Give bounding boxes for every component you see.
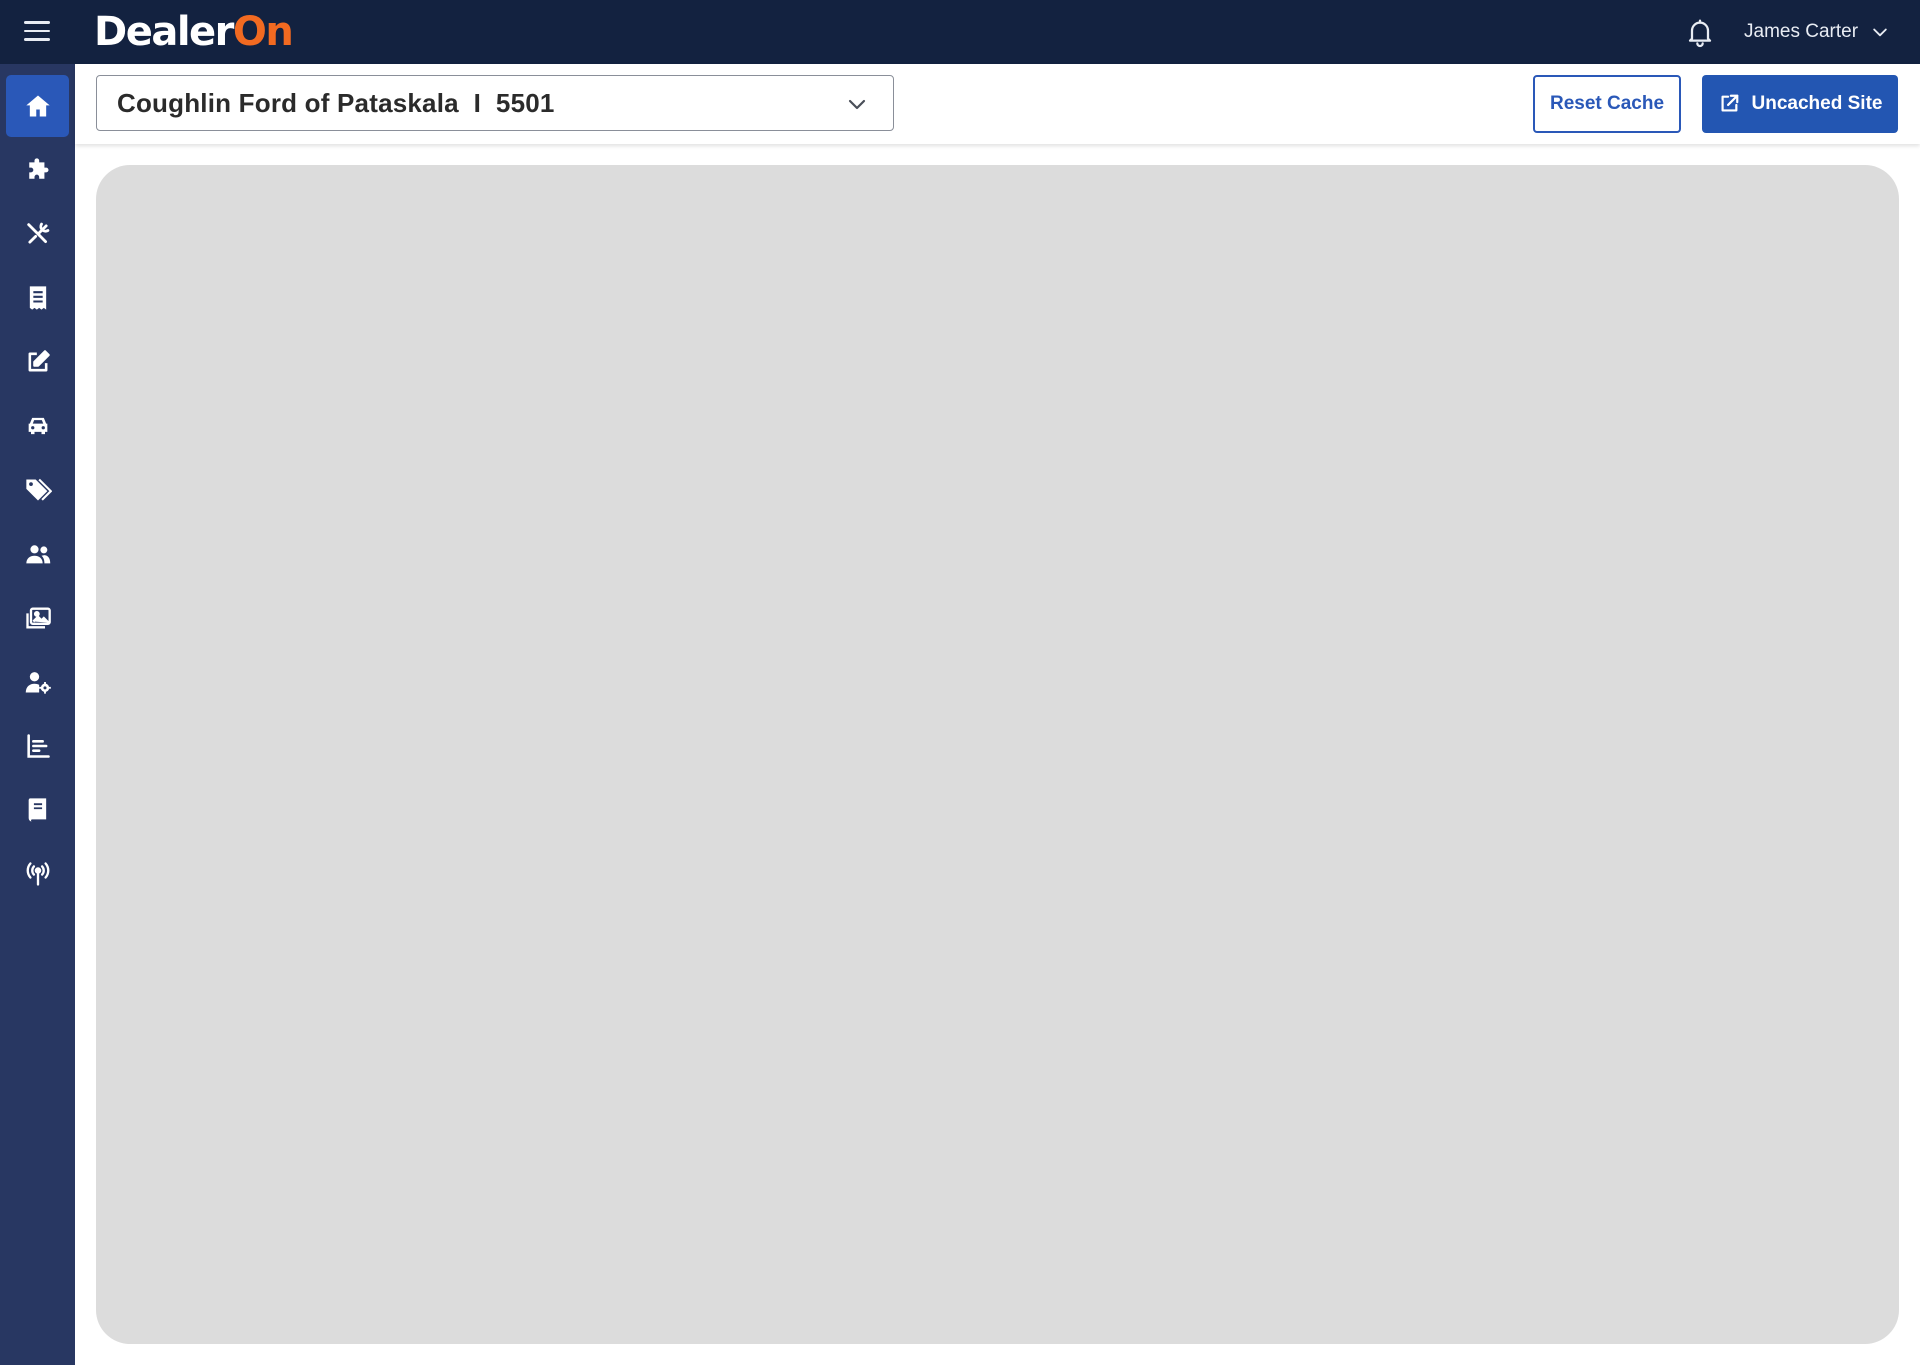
menu-icon[interactable]: [24, 21, 50, 43]
uncached-site-button[interactable]: Uncached Site: [1702, 75, 1898, 133]
user-menu[interactable]: James Carter: [1744, 18, 1890, 46]
dealeron-logo[interactable]: Dealer On: [94, 8, 294, 56]
site-selector-value: Coughlin Ford of Pataskala I 5501: [117, 87, 555, 118]
chevron-down-icon: [1873, 28, 1887, 37]
sidebar-item-reports[interactable]: [6, 715, 69, 777]
book-icon: [28, 798, 46, 822]
bar-chart-icon: [26, 734, 50, 758]
sidebar-item-home[interactable]: [6, 75, 69, 137]
site-selector-dropdown[interactable]: Coughlin Ford of Pataskala I 5501: [96, 75, 894, 131]
top-navigation-bar: Dealer On James Carter: [0, 0, 1920, 64]
sidebar-item-specials[interactable]: [6, 459, 69, 521]
logo-text-on: On: [232, 9, 294, 55]
bell-icon[interactable]: [1684, 16, 1716, 48]
sidebar-item-user-settings[interactable]: [6, 651, 69, 713]
uncached-site-label: Uncached Site: [1751, 93, 1883, 114]
users-icon: [25, 545, 50, 564]
home-icon: [25, 95, 50, 117]
sidebar-item-broadcast[interactable]: [6, 843, 69, 905]
user-name: James Carter: [1744, 21, 1859, 42]
puzzle-icon: [28, 158, 48, 179]
sidebar-item-inventory[interactable]: [6, 395, 69, 457]
sidebar-item-receipts[interactable]: [6, 267, 69, 329]
sidebar-item-users[interactable]: [6, 523, 69, 585]
sidebar-item-docs[interactable]: [6, 779, 69, 841]
broadcast-icon: [26, 862, 49, 886]
user-settings-icon: [25, 672, 51, 694]
edit-icon: [28, 350, 50, 372]
site-header: Coughlin Ford of Pataskala I 5501 Reset …: [75, 64, 1920, 144]
tags-icon: [25, 478, 52, 501]
sidebar-item-edit[interactable]: [6, 331, 69, 393]
logo-text-dealer: Dealer: [94, 9, 234, 55]
sidebar: [0, 64, 75, 1365]
external-link-icon: [1721, 94, 1738, 112]
content-placeholder-panel: [96, 165, 1899, 1344]
tools-icon: [26, 222, 49, 244]
receipt-icon: [29, 286, 46, 310]
images-icon: [25, 607, 51, 629]
reset-cache-button[interactable]: Reset Cache: [1533, 75, 1681, 133]
sidebar-item-media[interactable]: [6, 587, 69, 649]
sidebar-item-tools[interactable]: [6, 203, 69, 265]
chevron-down-icon: [848, 99, 866, 110]
car-icon: [28, 417, 47, 435]
sidebar-item-plugins[interactable]: [6, 139, 69, 201]
